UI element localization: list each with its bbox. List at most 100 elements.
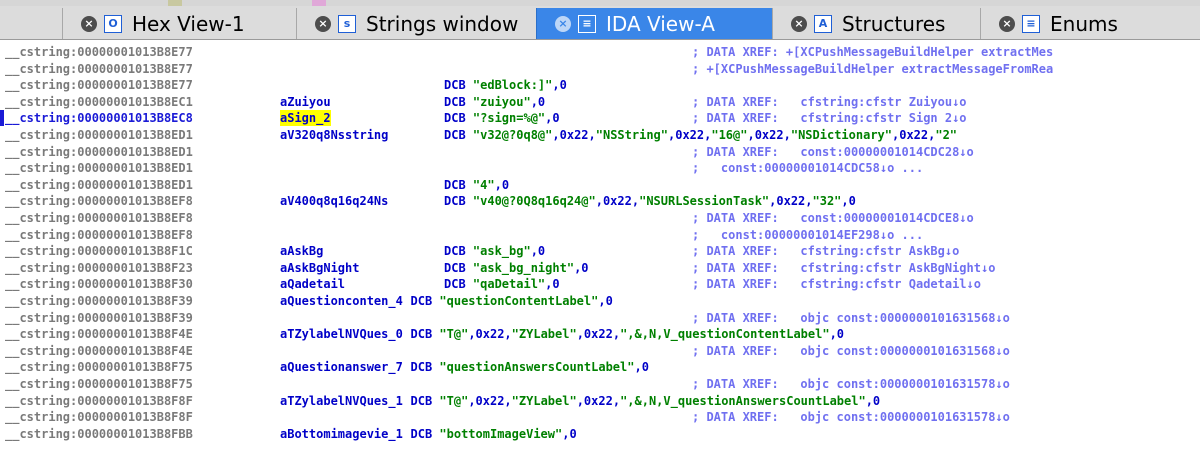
tab-hex-view-1[interactable]: × O Hex View-1: [62, 8, 296, 39]
xref-comment[interactable]: ; DATA XREF: objc const:0000000101631578…: [692, 409, 1010, 425]
symbol-label[interactable]: aTZylabelNVQues_0: [280, 326, 403, 342]
close-tab-icon[interactable]: ×: [791, 15, 807, 32]
address[interactable]: __cstring:00000001013B8FBB: [5, 426, 193, 442]
symbol-label[interactable]: aZuiyou: [280, 94, 331, 110]
close-tab-icon[interactable]: ×: [555, 15, 571, 32]
xref-comment[interactable]: ; DATA XREF: objc const:0000000101631568…: [692, 343, 1010, 359]
instruction[interactable]: DCB "zuiyou",0: [444, 94, 545, 110]
listing-row[interactable]: __cstring:00000001013B8F39 aQuestionconte…: [0, 293, 1200, 309]
listing-row[interactable]: __cstring:00000001013B8E77 ; +[XCPushMess…: [0, 61, 1200, 77]
address[interactable]: __cstring:00000001013B8F39: [5, 310, 193, 326]
listing-row[interactable]: __cstring:00000001013B8EC8 aSign_2 DCB "?s…: [0, 110, 1200, 126]
xref-comment[interactable]: ; +[XCPushMessageBuildHelper extractMess…: [692, 61, 1053, 77]
listing-row[interactable]: __cstring:00000001013B8F8F aTZylabelNVQue…: [0, 393, 1200, 409]
xref-comment[interactable]: ; DATA XREF: cfstring:cfstr AskBg↓o: [692, 243, 959, 259]
instruction[interactable]: DCB "4",0: [444, 177, 509, 193]
symbol-label[interactable]: aSign_2: [280, 110, 331, 126]
listing-row[interactable]: __cstring:00000001013B8F75 ; DATA XREF: o…: [0, 376, 1200, 392]
address[interactable]: __cstring:00000001013B8F8F: [5, 409, 193, 425]
xref-comment[interactable]: ; DATA XREF: objc const:0000000101631568…: [692, 310, 1010, 326]
listing-row[interactable]: __cstring:00000001013B8EF8 aV400q8q16q24N…: [0, 193, 1200, 209]
address[interactable]: __cstring:00000001013B8F75: [5, 359, 193, 375]
instruction[interactable]: DCB "questionContentLabel",0: [411, 293, 613, 309]
address[interactable]: __cstring:00000001013B8ED1: [5, 127, 193, 143]
address[interactable]: __cstring:00000001013B8F23: [5, 260, 193, 276]
address[interactable]: __cstring:00000001013B8EF8: [5, 210, 193, 226]
listing-row[interactable]: __cstring:00000001013B8ED1 ; const:000000…: [0, 160, 1200, 176]
xref-comment[interactable]: ; DATA XREF: cfstring:cfstr Zuiyou↓o: [692, 94, 967, 110]
listing-row[interactable]: __cstring:00000001013B8E77 ; DATA XREF: +…: [0, 44, 1200, 60]
address[interactable]: __cstring:00000001013B8F30: [5, 276, 193, 292]
instruction[interactable]: DCB "v32@?0q8@",0x22,"NSString",0x22,"16…: [444, 127, 957, 143]
listing-row[interactable]: __cstring:00000001013B8FBB aBottomimagevi…: [0, 426, 1200, 442]
xref-comment[interactable]: ; DATA XREF: +[XCPushMessageBuildHelper …: [692, 44, 1053, 60]
address[interactable]: __cstring:00000001013B8F4E: [5, 326, 193, 342]
instruction[interactable]: DCB "T@",0x22,"ZYLabel",0x22,",&,N,V_que…: [411, 393, 881, 409]
xref-comment[interactable]: ; DATA XREF: const:00000001014CDC28↓o: [692, 144, 974, 160]
symbol-label[interactable]: aV400q8q16q24Ns: [280, 193, 388, 209]
address[interactable]: __cstring:00000001013B8EF8: [5, 227, 193, 243]
xref-comment[interactable]: ; DATA XREF: objc const:0000000101631578…: [692, 376, 1010, 392]
xref-comment[interactable]: ; DATA XREF: cfstring:cfstr Qadetail↓o: [692, 276, 981, 292]
listing-row[interactable]: __cstring:00000001013B8F4E aTZylabelNVQue…: [0, 326, 1200, 342]
instruction[interactable]: DCB "edBlock:]",0: [444, 77, 567, 93]
symbol-label[interactable]: aQuestionanswer_7: [280, 359, 403, 375]
address[interactable]: __cstring:00000001013B8F8F: [5, 393, 193, 409]
xref-comment[interactable]: ; DATA XREF: cfstring:cfstr Sign 2↓o: [692, 110, 967, 126]
address[interactable]: __cstring:00000001013B8E77: [5, 44, 193, 60]
symbol-label[interactable]: aQadetail: [280, 276, 345, 292]
tab-strings-window[interactable]: × s Strings window: [296, 8, 536, 39]
address[interactable]: __cstring:00000001013B8F4E: [5, 343, 193, 359]
address[interactable]: __cstring:00000001013B8EC1: [5, 94, 193, 110]
instruction[interactable]: DCB "v40@?0Q8q16q24@",0x22,"NSURLSession…: [444, 193, 856, 209]
address[interactable]: __cstring:00000001013B8F1C: [5, 243, 193, 259]
tab-structures[interactable]: × A Structures: [772, 8, 980, 39]
listing-row[interactable]: __cstring:00000001013B8EF8 ; const:000000…: [0, 227, 1200, 243]
close-tab-icon[interactable]: ×: [999, 15, 1015, 32]
address[interactable]: __cstring:00000001013B8EF8: [5, 193, 193, 209]
listing-row[interactable]: __cstring:00000001013B8ED1 aV320q8Nsstrin…: [0, 127, 1200, 143]
listing-row[interactable]: __cstring:00000001013B8F75 aQuestionanswe…: [0, 359, 1200, 375]
instruction[interactable]: DCB "T@",0x22,"ZYLabel",0x22,",&,N,V_que…: [411, 326, 845, 342]
xref-comment[interactable]: ; const:00000001014EF298↓o ...: [692, 227, 923, 243]
listing-row[interactable]: __cstring:00000001013B8F8F ; DATA XREF: o…: [0, 409, 1200, 425]
symbol-label[interactable]: aV320q8Nsstring: [280, 127, 388, 143]
disassembly-listing[interactable]: __cstring:00000001013B8E77 ; DATA XREF: +…: [0, 42, 1200, 461]
listing-row[interactable]: __cstring:00000001013B8EF8 ; DATA XREF: c…: [0, 210, 1200, 226]
listing-row[interactable]: __cstring:00000001013B8F23 aAskBgNight DCB…: [0, 260, 1200, 276]
address[interactable]: __cstring:00000001013B8F75: [5, 376, 193, 392]
listing-row[interactable]: __cstring:00000001013B8F39 ; DATA XREF: o…: [0, 310, 1200, 326]
instruction[interactable]: DCB "qaDetail",0: [444, 276, 560, 292]
listing-row[interactable]: __cstring:00000001013B8ED1 ; DATA XREF: c…: [0, 144, 1200, 160]
symbol-label[interactable]: aQuestionconten_4: [280, 293, 403, 309]
instruction[interactable]: DCB "bottomImageView",0: [411, 426, 577, 442]
listing-row[interactable]: __cstring:00000001013B8EC1 aZuiyou DCB "zu…: [0, 94, 1200, 110]
listing-row[interactable]: __cstring:00000001013B8F30 aQadetail DCB "…: [0, 276, 1200, 292]
tab-enums[interactable]: × ≡ Enums: [980, 8, 1150, 39]
xref-comment[interactable]: ; DATA XREF: cfstring:cfstr AskBgNight↓o: [692, 260, 995, 276]
close-tab-icon[interactable]: ×: [81, 15, 97, 32]
instruction[interactable]: DCB "ask_bg_night",0: [444, 260, 589, 276]
listing-row[interactable]: __cstring:00000001013B8ED1 DCB "4",0: [0, 177, 1200, 193]
xref-comment[interactable]: ; DATA XREF: const:00000001014CDCE8↓o: [692, 210, 974, 226]
symbol-label[interactable]: aBottomimagevie_1: [280, 426, 403, 442]
close-tab-icon[interactable]: ×: [315, 15, 331, 32]
address[interactable]: __cstring:00000001013B8EC8: [5, 110, 193, 126]
address[interactable]: __cstring:00000001013B8ED1: [5, 177, 193, 193]
xref-comment[interactable]: ; const:00000001014CDC58↓o ...: [692, 160, 923, 176]
listing-row[interactable]: __cstring:00000001013B8E77 DCB "edBlock:]…: [0, 77, 1200, 93]
tab-ida-view-a[interactable]: × ≡ IDA View-A: [536, 8, 772, 39]
address[interactable]: __cstring:00000001013B8F39: [5, 293, 193, 309]
address[interactable]: __cstring:00000001013B8E77: [5, 77, 193, 93]
address[interactable]: __cstring:00000001013B8E77: [5, 61, 193, 77]
symbol-label[interactable]: aAskBgNight: [280, 260, 359, 276]
symbol-label[interactable]: aAskBg: [280, 243, 323, 259]
symbol-label[interactable]: aTZylabelNVQues_1: [280, 393, 403, 409]
instruction[interactable]: DCB "questionAnswersCountLabel",0: [411, 359, 649, 375]
instruction[interactable]: DCB "?sign=%@",0: [444, 110, 560, 126]
listing-row[interactable]: __cstring:00000001013B8F4E ; DATA XREF: o…: [0, 343, 1200, 359]
instruction[interactable]: DCB "ask_bg",0: [444, 243, 545, 259]
address[interactable]: __cstring:00000001013B8ED1: [5, 144, 193, 160]
listing-row[interactable]: __cstring:00000001013B8F1C aAskBg DCB "ask…: [0, 243, 1200, 259]
address[interactable]: __cstring:00000001013B8ED1: [5, 160, 193, 176]
